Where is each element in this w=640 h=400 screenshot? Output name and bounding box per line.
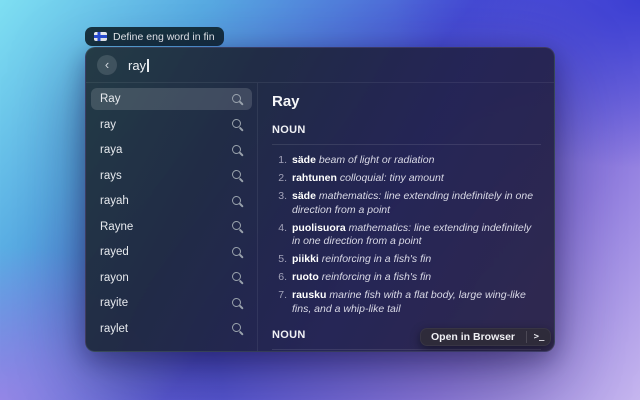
list-item-label: raya <box>100 144 232 156</box>
definition-body: ruoto reinforcing in a fish's fin <box>292 271 541 285</box>
list-item[interactable]: raylet <box>91 318 252 340</box>
list-item[interactable]: rayon <box>91 267 252 289</box>
list-item-label: rayed <box>100 246 232 258</box>
definition-term: puolisuora <box>292 222 346 234</box>
section-divider-2 <box>272 349 541 350</box>
search-icon <box>232 272 243 283</box>
launcher-window: ‹ ray Ray ray raya rays rayah Rayne raye… <box>85 47 555 352</box>
definition-entry: 2. rahtunen colloquial: tiny amount <box>272 172 541 186</box>
definition-gloss: reinforcing in a fish's fin <box>322 271 431 283</box>
section-header-noun: NOUN <box>272 124 541 136</box>
extension-pill-label: Define eng word in fin <box>113 31 215 43</box>
definition-number: 5. <box>272 253 287 267</box>
suggestion-list: Ray ray raya rays rayah Rayne rayed rayo… <box>86 83 258 351</box>
search-input-value: ray <box>128 58 146 73</box>
search-input[interactable]: ray <box>128 58 149 73</box>
text-cursor <box>147 59 149 72</box>
definition-gloss: mathematics: line extending indefinitely… <box>292 190 533 216</box>
definition-number: 3. <box>272 190 287 217</box>
definition-entry: 7. rausku marine fish with a flat body, … <box>272 289 541 316</box>
search-icon <box>232 221 243 232</box>
definition-body: puolisuora mathematics: line extending i… <box>292 222 541 249</box>
chevron-left-icon: ‹ <box>105 58 109 71</box>
definition-gloss: marine fish with a flat body, large wing… <box>292 289 526 315</box>
desktop-background: Define eng word in fin ‹ ray Ray ray ray… <box>0 0 640 400</box>
definition-gloss: beam of light or radiation <box>319 154 435 166</box>
definition-list: 1. säde beam of light or radiation 2. ra… <box>272 154 541 316</box>
list-item-label: Ray <box>100 93 232 105</box>
list-item[interactable]: Rayne <box>91 216 252 238</box>
list-item[interactable]: raya <box>91 139 252 161</box>
list-item-label: rayah <box>100 195 232 207</box>
list-item[interactable]: rayite <box>91 292 252 314</box>
list-item[interactable]: rayed <box>91 241 252 263</box>
list-item-label: rayon <box>100 272 232 284</box>
list-item[interactable]: Ray <box>91 88 252 110</box>
list-item-label: raylet <box>100 323 232 335</box>
content-area: Ray ray raya rays rayah Rayne rayed rayo… <box>86 83 554 351</box>
definition-term: säde <box>292 154 316 166</box>
definition-entry: 6. ruoto reinforcing in a fish's fin <box>272 271 541 285</box>
definition-term: piikki <box>292 253 319 265</box>
definition-term: säde <box>292 190 316 202</box>
definition-term: rahtunen <box>292 172 337 184</box>
definition-entry: 4. puolisuora mathematics: line extendin… <box>272 222 541 249</box>
list-item[interactable]: rayah <box>91 190 252 212</box>
definition-number: 4. <box>272 222 287 249</box>
list-item[interactable]: ray <box>91 114 252 136</box>
search-icon <box>232 323 243 334</box>
search-icon <box>232 170 243 181</box>
definition-term: ruoto <box>292 271 319 283</box>
definition-term: rausku <box>292 289 326 301</box>
search-icon <box>232 119 243 130</box>
search-icon <box>232 247 243 258</box>
definition-body: rahtunen colloquial: tiny amount <box>292 172 541 186</box>
list-item[interactable]: rays <box>91 165 252 187</box>
definition-number: 6. <box>272 271 287 285</box>
definition-entry: 3. säde mathematics: line extending inde… <box>272 190 541 217</box>
section-divider <box>272 144 541 145</box>
finnish-flag-icon <box>94 32 107 41</box>
definition-body: piikki reinforcing in a fish's fin <box>292 253 541 267</box>
detail-title: Ray <box>272 93 541 110</box>
list-item-label: Rayne <box>100 221 232 233</box>
floating-action-bar: Open in Browser >_ <box>420 328 551 346</box>
search-icon <box>232 145 243 156</box>
search-icon <box>232 298 243 309</box>
definition-body: säde mathematics: line extending indefin… <box>292 190 541 217</box>
extension-pill[interactable]: Define eng word in fin <box>85 27 224 46</box>
list-item-label: ray <box>100 119 232 131</box>
detail-panel: Ray NOUN 1. säde beam of light or radiat… <box>258 83 554 351</box>
definition-body: rausku marine fish with a flat body, lar… <box>292 289 541 316</box>
terminal-icon[interactable]: >_ <box>527 332 551 342</box>
definition-gloss: reinforcing in a fish's fin <box>322 253 431 265</box>
search-icon <box>232 196 243 207</box>
definition-entry: 1. säde beam of light or radiation <box>272 154 541 168</box>
definition-gloss: colloquial: tiny amount <box>340 172 444 184</box>
definition-number: 7. <box>272 289 287 316</box>
open-in-browser-button[interactable]: Open in Browser <box>420 331 526 343</box>
definition-number: 1. <box>272 154 287 168</box>
search-bar: ‹ ray <box>86 48 554 83</box>
search-icon <box>232 94 243 105</box>
definition-body: säde beam of light or radiation <box>292 154 541 168</box>
definition-number: 2. <box>272 172 287 186</box>
list-item-label: rays <box>100 170 232 182</box>
list-item-label: rayite <box>100 297 232 309</box>
back-button[interactable]: ‹ <box>97 55 117 75</box>
definition-entry: 5. piikki reinforcing in a fish's fin <box>272 253 541 267</box>
